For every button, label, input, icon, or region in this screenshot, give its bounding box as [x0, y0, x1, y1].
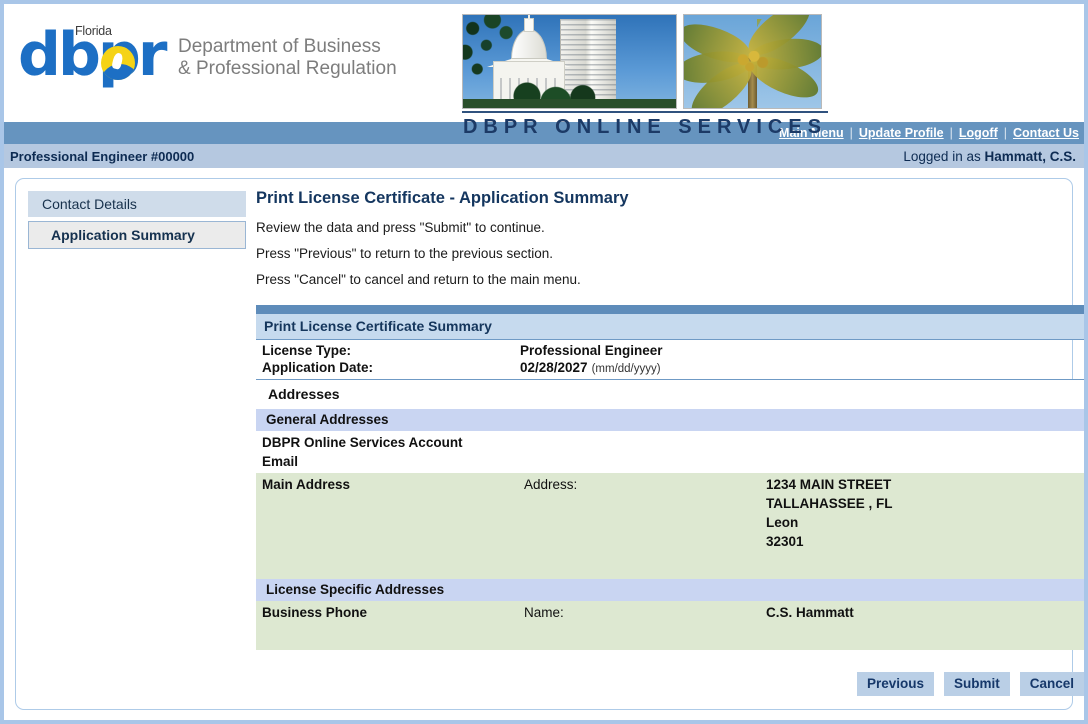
banner-title: DBPR ONLINE SERVICES — [462, 113, 828, 139]
address-row-business-phone: Business Phone Name: C.S. Hammatt — [256, 601, 1086, 624]
agency-name-line1: Department of Business — [178, 36, 397, 58]
nav-separator: | — [950, 126, 953, 140]
capitol-ground-shape — [463, 99, 676, 108]
page-title: Print License Certificate - Application … — [256, 189, 1086, 208]
instruction-line-3: Press "Cancel" to cancel and return to t… — [256, 272, 1086, 287]
header-banner: DBPR ONLINE SERVICES — [462, 14, 828, 139]
dbpr-logo-mark: dbpr Florida — [18, 24, 168, 86]
address-row-main-address: Main Address Address: 1234 MAIN STREET T… — [256, 473, 1086, 553]
section-sidebar: Contact Details Application Summary — [28, 187, 246, 701]
main-content: Print License Certificate - Application … — [246, 187, 1086, 701]
summary-table-header: Print License Certificate Summary — [256, 314, 1086, 340]
nav-link-update-profile[interactable]: Update Profile — [859, 126, 944, 140]
form-action-buttons: Previous Submit Cancel — [256, 672, 1086, 696]
dbpr-logo: dbpr Florida Department of Business & Pr… — [18, 24, 397, 86]
nav-link-logoff[interactable]: Logoff — [959, 126, 998, 140]
banner-photos — [462, 14, 828, 109]
address-row-key: Address: — [524, 475, 766, 551]
agency-name-line2: & Professional Regulation — [178, 58, 397, 80]
address-row-name-line1: Business Phone — [262, 603, 524, 622]
page-header: dbpr Florida Department of Business & Pr… — [4, 4, 1084, 122]
sidebar-item-application-summary[interactable]: Application Summary — [28, 221, 246, 249]
instruction-line-2: Press "Previous" to return to the previo… — [256, 246, 1086, 261]
palm-tree-photo — [683, 14, 822, 109]
address-row-name-line2: Email — [262, 452, 524, 471]
summary-fields: License Type: Professional Engineer Appl… — [256, 340, 1086, 380]
address-line-city-state: TALLAHASSEE , FL — [766, 494, 893, 513]
field-value-text: 02/28/2027 — [520, 360, 588, 375]
address-line-county: Leon — [766, 513, 893, 532]
field-format-hint: (mm/dd/yyyy) — [592, 363, 661, 375]
palm-coconuts-shape — [736, 51, 772, 73]
florida-label: Florida — [75, 24, 112, 38]
florida-seal-icon — [101, 46, 135, 80]
summary-field-license-type: License Type: Professional Engineer — [256, 342, 1086, 359]
nav-link-contact-us[interactable]: Contact Us — [1013, 126, 1079, 140]
address-row-value: C.S. Hammatt — [766, 603, 854, 622]
address-row-spacer — [256, 624, 1086, 650]
address-row-name-line1: DBPR Online Services Account — [262, 433, 524, 452]
address-row-name: Main Address — [262, 475, 524, 551]
previous-button[interactable]: Previous — [857, 672, 934, 696]
address-row-value: 1234 MAIN STREET TALLAHASSEE , FL Leon 3… — [766, 475, 893, 551]
field-value: Professional Engineer — [520, 343, 663, 358]
license-status-bar: Professional Engineer #00000 Logged in a… — [4, 144, 1084, 168]
summary-table: Print License Certificate Summary Licens… — [256, 305, 1086, 650]
logged-in-status: Logged in as Hammatt, C.S. — [903, 149, 1076, 164]
sidebar-item-contact-details[interactable]: Contact Details — [28, 191, 246, 217]
group-header-license-specific-addresses: License Specific Addresses — [256, 579, 1086, 601]
capitol-photo — [462, 14, 677, 109]
address-row-key: Name: — [524, 603, 766, 622]
sidebar-item-label: Application Summary — [51, 227, 195, 243]
summary-top-accent-bar — [256, 305, 1086, 314]
address-row-spacer — [256, 553, 1086, 579]
submit-button[interactable]: Submit — [944, 672, 1010, 696]
cancel-button[interactable]: Cancel — [1020, 672, 1084, 696]
logged-in-user: Hammatt, C.S. — [984, 149, 1076, 164]
address-row-key — [524, 433, 766, 471]
address-row-name: Business Phone — [262, 603, 524, 622]
agency-name: Department of Business & Professional Re… — [178, 36, 397, 80]
nav-separator: | — [1004, 126, 1007, 140]
address-row-name-line1: Main Address — [262, 475, 524, 494]
address-row-online-services-account: DBPR Online Services Account Email — [256, 431, 1086, 473]
nav-separator: | — [850, 126, 853, 140]
dbpr-online-services-page: dbpr Florida Department of Business & Pr… — [0, 0, 1088, 724]
field-value: 02/28/2027 (mm/dd/yyyy) — [520, 360, 661, 375]
group-header-general-addresses: General Addresses — [256, 409, 1086, 431]
summary-field-application-date: Application Date: 02/28/2027 (mm/dd/yyyy) — [256, 359, 1086, 376]
field-label: License Type: — [262, 343, 520, 358]
content-area: Contact Details Application Summary Prin… — [4, 168, 1084, 718]
field-label: Application Date: — [262, 360, 520, 375]
address-line-zip: 32301 — [766, 532, 893, 551]
logged-in-prefix: Logged in as — [903, 149, 984, 164]
sidebar-item-label: Contact Details — [42, 196, 137, 212]
content-panel: Contact Details Application Summary Prin… — [15, 178, 1073, 710]
contact-name: C.S. Hammatt — [766, 603, 854, 622]
address-row-name: DBPR Online Services Account Email — [262, 433, 524, 471]
address-line-street: 1234 MAIN STREET — [766, 475, 893, 494]
license-identifier: Professional Engineer #00000 — [10, 149, 194, 164]
instruction-line-1: Review the data and press "Submit" to co… — [256, 220, 1086, 235]
addresses-section-title: Addresses — [256, 380, 1086, 409]
